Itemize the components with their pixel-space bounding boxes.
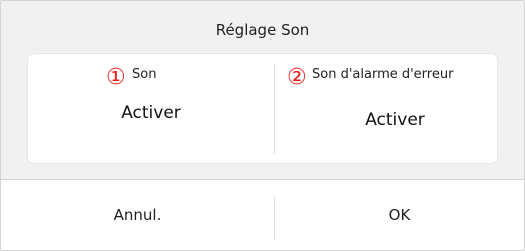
- sound-settings-dialog: Réglage Son ① Son Activer ② Son d'alarme…: [0, 0, 525, 251]
- dialog-title: Réglage Son: [215, 21, 310, 39]
- setting-error-alarm-label: Son d'alarme d'erreur: [312, 67, 454, 82]
- dialog-header-area: Réglage Son ① Son Activer ② Son d'alarme…: [1, 1, 524, 179]
- annotation-marker-1: ①: [106, 65, 126, 90]
- setting-sound-value: Activer: [121, 103, 181, 123]
- ok-button[interactable]: OK: [275, 180, 524, 250]
- setting-sound[interactable]: ① Son Activer: [28, 54, 274, 163]
- cancel-button[interactable]: Annul.: [1, 180, 274, 250]
- setting-error-alarm-value: Activer: [365, 110, 425, 130]
- settings-card: ① Son Activer ② Son d'alarme d'erreur Ac…: [28, 54, 497, 163]
- setting-error-alarm-sound[interactable]: ② Son d'alarme d'erreur Activer: [275, 54, 497, 163]
- dialog-button-bar: Annul. OK: [1, 179, 524, 250]
- setting-sound-label: Son: [132, 67, 157, 82]
- annotation-marker-2: ②: [287, 65, 307, 90]
